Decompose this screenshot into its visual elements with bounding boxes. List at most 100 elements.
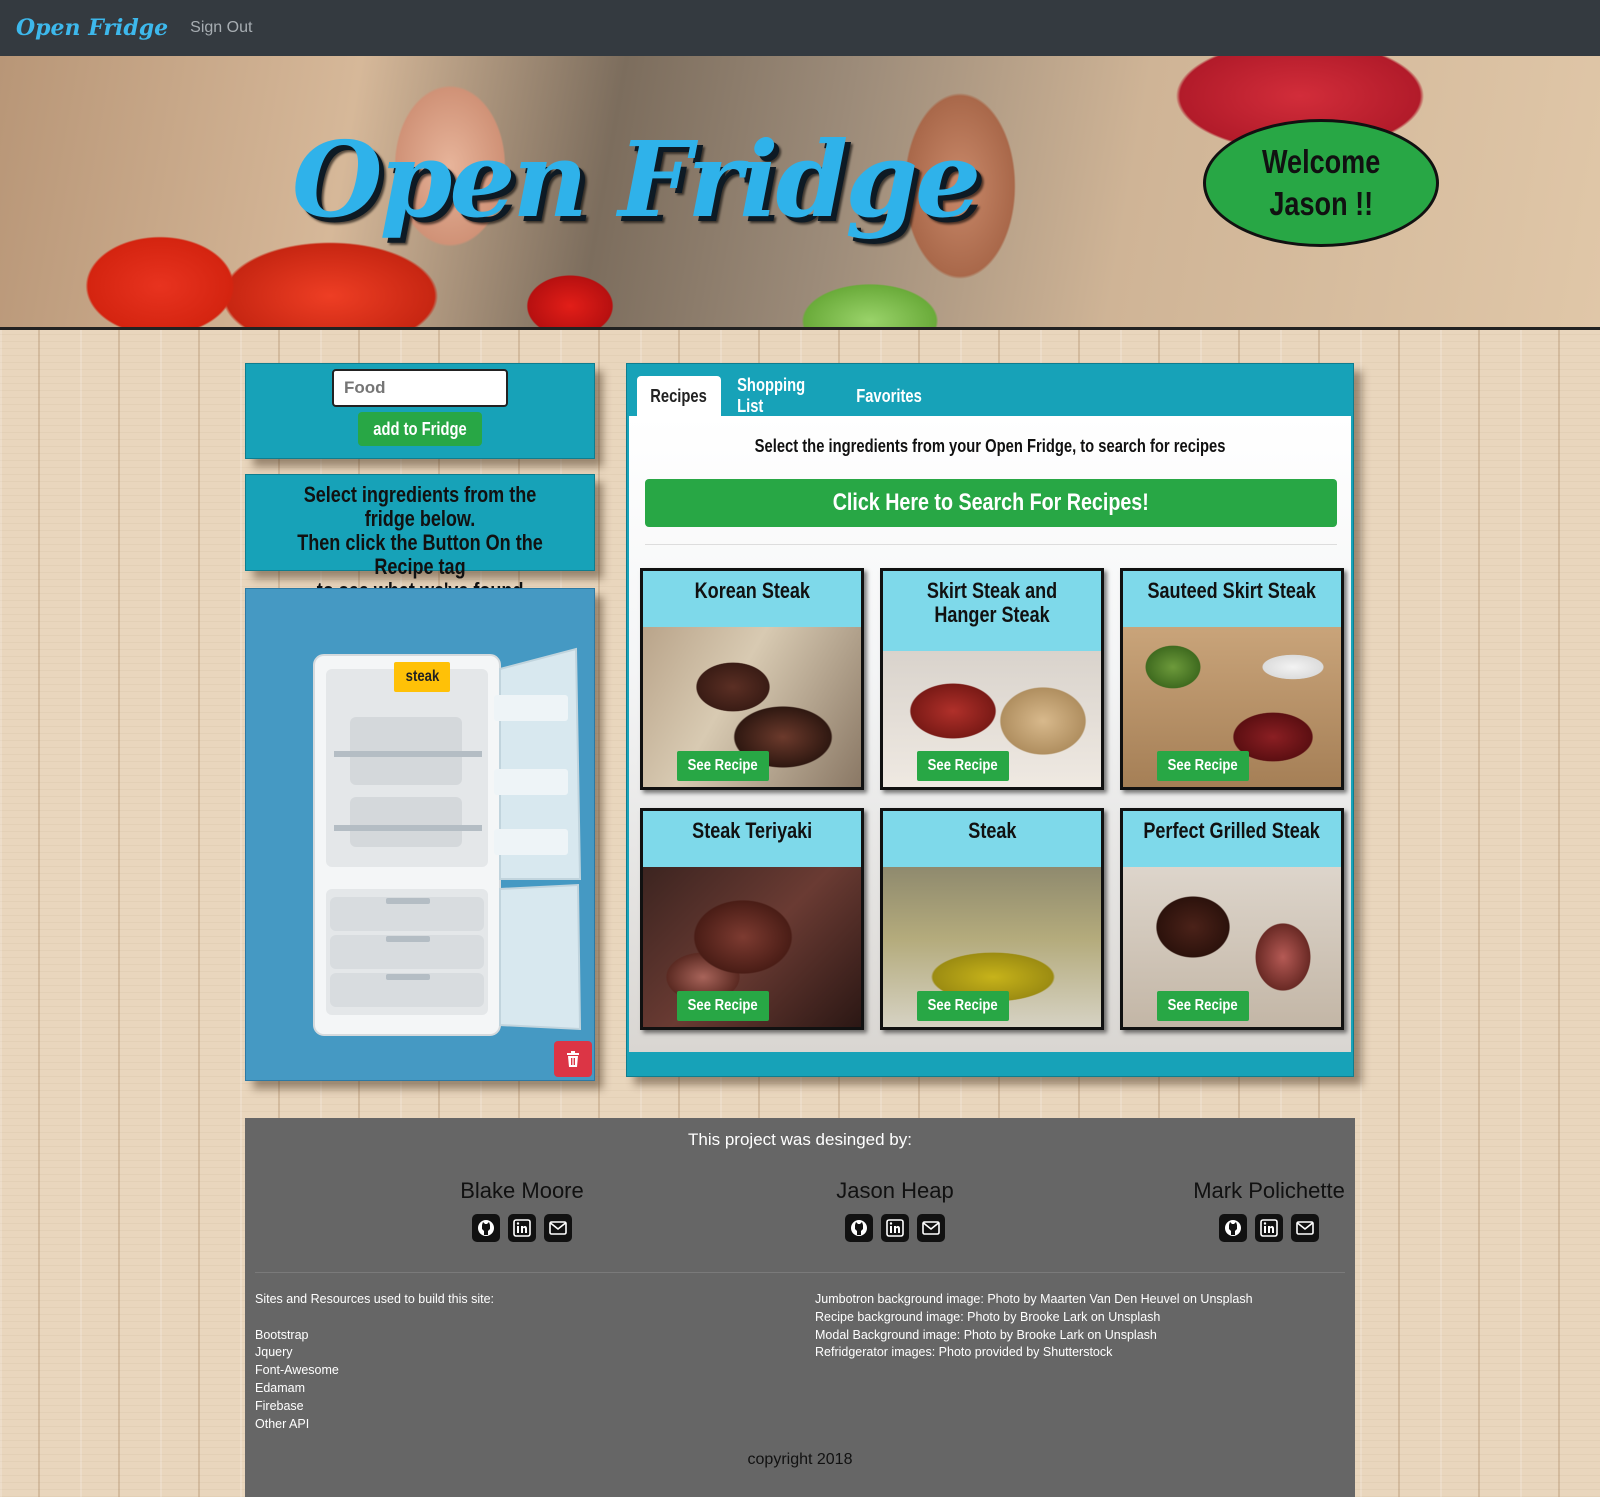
recipe-card-title: Korean Steak [643, 579, 861, 603]
recipes-panel: Recipes Shopping List Favorites Select t… [626, 363, 1354, 1077]
recipe-card: Korean Steak See Recipe [640, 568, 864, 790]
recipe-card-title-text: Sauteed Skirt Steak [1147, 578, 1317, 603]
see-recipe-label: See Recipe [1167, 997, 1239, 1014]
github-icon[interactable] [472, 1214, 500, 1242]
recipe-card: Sauteed Skirt Steak See Recipe [1120, 568, 1344, 790]
developer-mark: Mark Polichette [1119, 1178, 1419, 1242]
tab-shopping-list[interactable]: Shopping List [727, 375, 839, 416]
resource-item: Firebase [255, 1398, 304, 1413]
recipe-card-title-text: Korean Steak [694, 578, 810, 603]
instructions-line2: Then click the Button On the Recipe tag [297, 530, 543, 579]
sign-out-link[interactable]: Sign Out [190, 19, 252, 37]
trash-button[interactable] [554, 1041, 592, 1077]
see-recipe-label: See Recipe [687, 997, 759, 1014]
add-to-fridge-button[interactable]: add to Fridge [358, 412, 482, 446]
resource-item: Edamam [255, 1380, 306, 1395]
tab-favorites[interactable]: Favorites [847, 376, 931, 416]
tab-favorites-label: Favorites [856, 385, 922, 406]
recipes-prompt-text: Select the ingredients from your Open Fr… [754, 436, 1226, 456]
see-recipe-button[interactable]: See Recipe [917, 751, 1009, 781]
instructions-panel: Select ingredients from the fridge below… [245, 474, 595, 603]
navbar: Open Fridge Sign Out [0, 0, 1600, 56]
fridge-panel: steak [245, 588, 595, 1081]
see-recipe-label: See Recipe [1167, 757, 1239, 774]
see-recipe-label: See Recipe [927, 997, 999, 1014]
tab-shopping-list-label: Shopping List [737, 375, 806, 416]
copyright: copyright 2018 [747, 1451, 853, 1468]
add-food-panel: add to Fridge [245, 363, 595, 459]
recipes-prompt: Select the ingredients from your Open Fr… [629, 436, 1351, 457]
resource-item: Font-Awesome [255, 1363, 339, 1378]
resources-list: Sites and Resources used to build this s… [255, 1291, 494, 1433]
recipe-card-title: Skirt Steak and Hanger Steak [883, 579, 1101, 627]
credit-item: Recipe background image: Photo by Brooke… [815, 1309, 1161, 1324]
resource-item: Jquery [255, 1345, 293, 1360]
recipe-card: Perfect Grilled Steak See Recipe [1120, 808, 1344, 1030]
github-icon[interactable] [845, 1214, 873, 1242]
recipe-card-title: Steak [883, 819, 1101, 843]
see-recipe-label: See Recipe [927, 757, 999, 774]
fridge-item-steak[interactable]: steak [394, 662, 450, 692]
recipe-card: Steak See Recipe [880, 808, 1104, 1030]
welcome-line1: Welcome [1261, 143, 1381, 180]
fridge-item-label: steak [405, 668, 439, 685]
linkedin-icon[interactable] [508, 1214, 536, 1242]
recipe-card-title-text: Skirt Steak and Hanger Steak [926, 578, 1058, 627]
footer: This project was desinged by: Blake Moor… [245, 1118, 1355, 1497]
credit-item: Modal Background image: Photo by Brooke … [815, 1327, 1157, 1342]
search-recipes-label: Click Here to Search For Recipes! [832, 489, 1150, 516]
resources-heading: Sites and Resources used to build this s… [255, 1292, 495, 1306]
divider [645, 544, 1337, 545]
recipe-card-title: Sauteed Skirt Steak [1123, 579, 1341, 603]
recipe-card-title: Perfect Grilled Steak [1123, 819, 1341, 843]
see-recipe-button[interactable]: See Recipe [677, 751, 769, 781]
credit-item: Jumbotron background image: Photo by Maa… [815, 1292, 1253, 1306]
developer-links [745, 1214, 1045, 1242]
resource-item: Bootstrap [255, 1327, 309, 1342]
recipe-card: Steak Teriyaki See Recipe [640, 808, 864, 1030]
email-icon[interactable] [1291, 1214, 1319, 1242]
developer-links [1119, 1214, 1419, 1242]
see-recipe-button[interactable]: See Recipe [677, 991, 769, 1021]
email-icon[interactable] [917, 1214, 945, 1242]
add-to-fridge-label: add to Fridge [373, 418, 467, 439]
resource-item: Other API [255, 1416, 310, 1431]
developer-name: Mark Polichette [1193, 1178, 1345, 1203]
trash-icon [567, 1051, 579, 1067]
tab-recipes[interactable]: Recipes [637, 376, 721, 416]
credit-item: Refridgerator images: Photo provided by … [815, 1345, 1113, 1360]
welcome-user: Jason !! [1269, 185, 1373, 222]
see-recipe-button[interactable]: See Recipe [1157, 751, 1249, 781]
instructions-text: Select ingredients from the fridge below… [246, 483, 594, 603]
footer-divider [255, 1272, 1345, 1273]
developer-jason: Jason Heap [745, 1178, 1045, 1242]
linkedin-icon[interactable] [1255, 1214, 1283, 1242]
navbar-brand[interactable]: Open Fridge [16, 15, 168, 41]
developer-links [372, 1214, 672, 1242]
instructions-line1: Select ingredients from the fridge below… [303, 482, 537, 531]
tab-recipes-label: Recipes [650, 385, 708, 406]
search-recipes-button[interactable]: Click Here to Search For Recipes! [645, 479, 1337, 527]
image-credits: Jumbotron background image: Photo by Maa… [815, 1291, 1253, 1362]
developer-name: Blake Moore [460, 1178, 584, 1203]
email-icon[interactable] [544, 1214, 572, 1242]
linkedin-icon[interactable] [881, 1214, 909, 1242]
see-recipe-button[interactable]: See Recipe [1157, 991, 1249, 1021]
see-recipe-label: See Recipe [687, 757, 759, 774]
recipe-card: Skirt Steak and Hanger Steak See Recipe [880, 568, 1104, 790]
recipe-card-title-text: Perfect Grilled Steak [1143, 818, 1321, 843]
recipes-tab-content: Select the ingredients from your Open Fr… [629, 416, 1351, 1052]
developer-blake: Blake Moore [372, 1178, 672, 1242]
food-input[interactable] [332, 369, 508, 407]
see-recipe-button[interactable]: See Recipe [917, 991, 1009, 1021]
jumbotron: Open Fridge Welcome Jason !! [0, 56, 1600, 330]
recipe-card-title: Steak Teriyaki [643, 819, 861, 843]
footer-intro: This project was desinged by: [688, 1130, 912, 1149]
jumbotron-title: Open Fridge [292, 118, 981, 241]
welcome-badge: Welcome Jason !! [1203, 119, 1439, 247]
github-icon[interactable] [1219, 1214, 1247, 1242]
recipe-card-title-text: Steak Teriyaki [691, 818, 812, 843]
developer-name: Jason Heap [836, 1178, 954, 1203]
recipe-card-title-text: Steak [967, 818, 1017, 843]
